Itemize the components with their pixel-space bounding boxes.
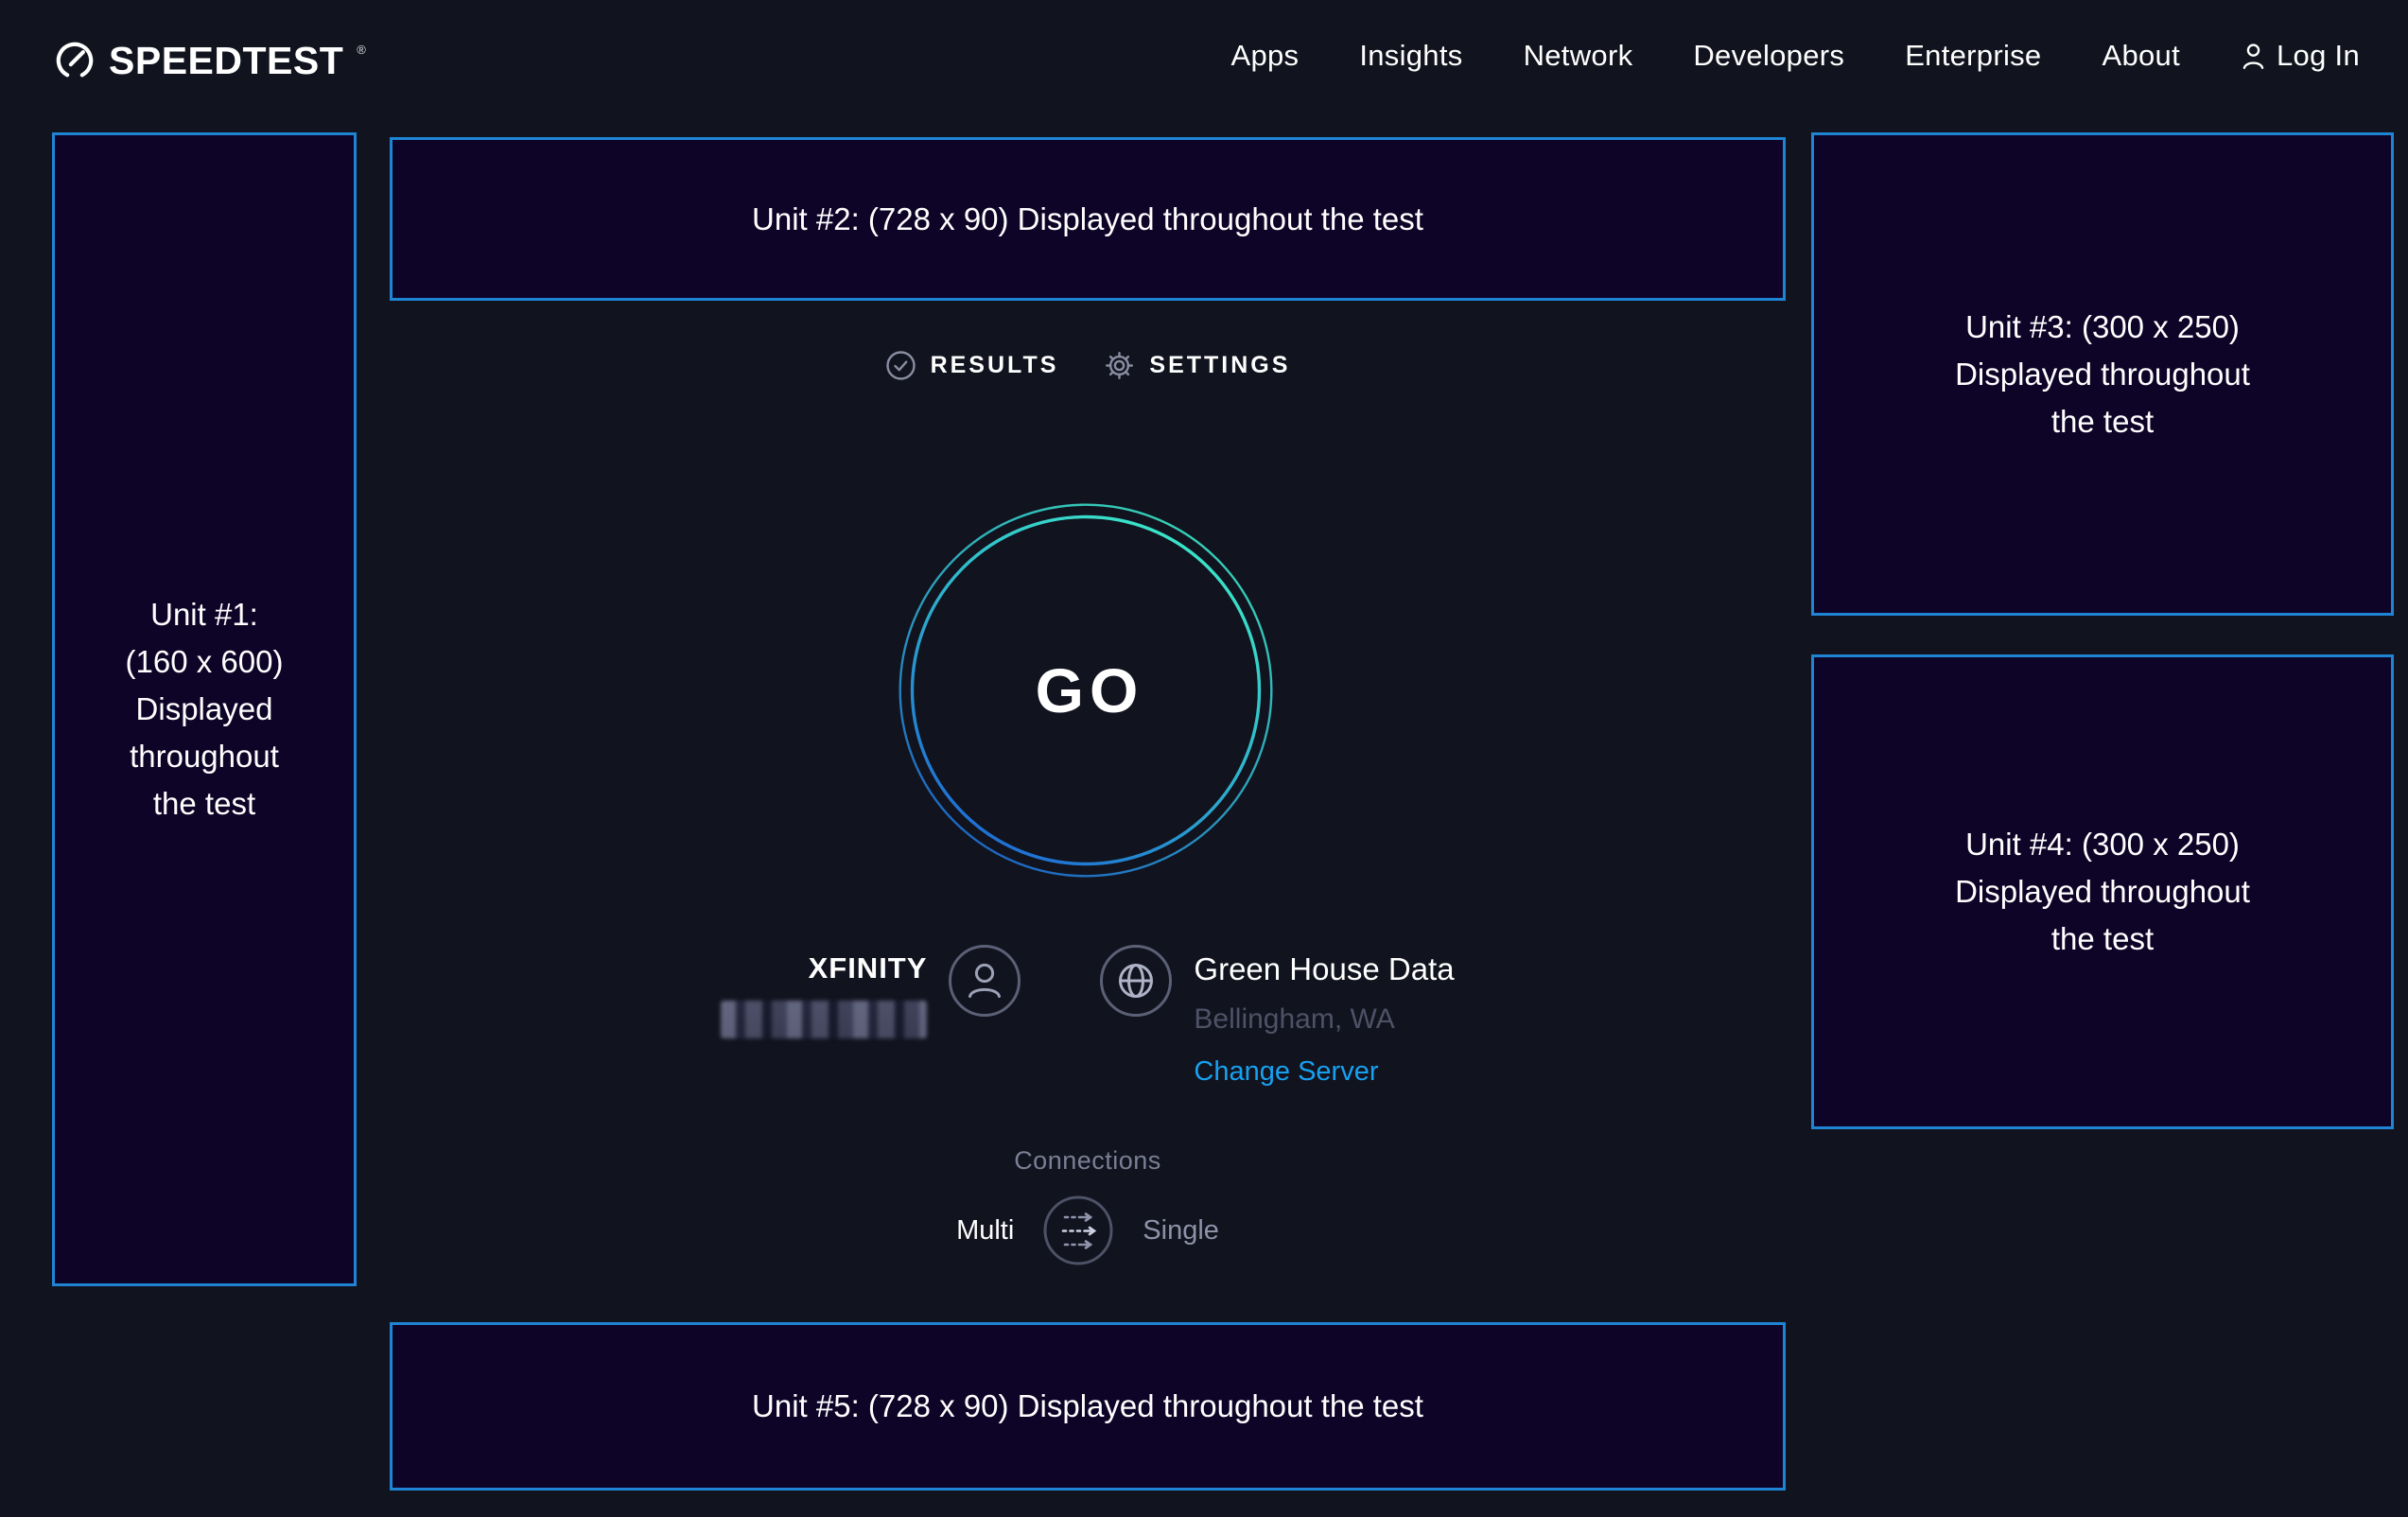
go-label: GO	[899, 503, 1273, 878]
multi-connection-toggle-icon[interactable]	[1042, 1194, 1114, 1266]
nav-item-apps[interactable]: Apps	[1230, 39, 1299, 73]
change-server-link[interactable]: Change Server	[1194, 1056, 1378, 1088]
tab-results-label: RESULTS	[931, 352, 1059, 379]
ad-unit-1-line: Unit #1:	[150, 591, 258, 638]
connections-single-option[interactable]: Single	[1143, 1215, 1219, 1247]
speedtest-page: SPEEDTEST ® Apps Insights Network Develo…	[0, 0, 2408, 1517]
nav-item-about[interactable]: About	[2102, 39, 2180, 73]
gear-icon	[1104, 350, 1135, 381]
ad-unit-3-line: the test	[2051, 398, 2154, 445]
connections-section: Connections Multi	[390, 1146, 1786, 1266]
ad-unit-4[interactable]: Unit #4: (300 x 250) Displayed throughou…	[1811, 654, 2394, 1129]
connections-multi-option[interactable]: Multi	[956, 1215, 1014, 1247]
main-nav: Apps Insights Network Developers Enterpr…	[1230, 0, 2360, 112]
tab-settings-label: SETTINGS	[1149, 352, 1290, 379]
nav-item-network[interactable]: Network	[1524, 39, 1633, 73]
nav-item-developers[interactable]: Developers	[1693, 39, 1844, 73]
login-label: Log In	[2277, 39, 2360, 73]
go-button[interactable]: GO	[899, 503, 1273, 878]
ad-unit-4-line: Displayed throughout	[1955, 868, 2250, 915]
globe-icon	[1099, 944, 1173, 1018]
ad-unit-5[interactable]: Unit #5: (728 x 90) Displayed throughout…	[390, 1322, 1786, 1491]
server-block: Green House Data Bellingham, WA Change S…	[1099, 944, 1454, 1088]
ad-unit-3-line: Unit #3: (300 x 250)	[1965, 304, 2240, 351]
ad-unit-1-line: the test	[153, 780, 255, 828]
brand-name: SPEEDTEST	[109, 42, 343, 80]
nav-item-insights[interactable]: Insights	[1359, 39, 1462, 73]
view-tabs: RESULTS SETTINGS	[390, 350, 1786, 381]
server-location: Bellingham, WA	[1194, 1003, 1454, 1036]
ad-unit-1-line: throughout	[130, 733, 279, 780]
ad-unit-2-text: Unit #2: (728 x 90) Displayed throughout…	[752, 196, 1423, 243]
nav-item-enterprise[interactable]: Enterprise	[1905, 39, 2041, 73]
tab-results[interactable]: RESULTS	[885, 350, 1059, 381]
login-button[interactable]: Log In	[2241, 39, 2360, 73]
ad-unit-3-line: Displayed throughout	[1955, 351, 2250, 398]
isp-block: XFINITY	[721, 944, 1021, 1038]
check-circle-icon	[885, 350, 916, 381]
redacted-ip	[721, 1001, 927, 1038]
ad-unit-1-line: (160 x 600)	[126, 638, 284, 686]
ad-unit-1-line: Displayed	[136, 686, 273, 733]
ad-unit-4-line: Unit #4: (300 x 250)	[1965, 821, 2240, 868]
connections-label: Connections	[390, 1146, 1786, 1176]
ad-unit-4-line: the test	[2051, 915, 2154, 963]
server-name: Green House Data	[1194, 951, 1454, 987]
tab-settings[interactable]: SETTINGS	[1104, 350, 1290, 381]
isp-user-circle-icon	[948, 944, 1021, 1018]
ad-unit-1[interactable]: Unit #1: (160 x 600) Displayed throughou…	[52, 132, 357, 1286]
speedtest-logo[interactable]: SPEEDTEST ®	[52, 38, 366, 83]
ad-unit-3[interactable]: Unit #3: (300 x 250) Displayed throughou…	[1811, 132, 2394, 616]
connection-info-row: XFINITY Green Hous	[390, 944, 1786, 1088]
user-icon	[2241, 42, 2266, 71]
trademark-mark: ®	[357, 43, 366, 57]
gauge-icon	[52, 38, 97, 83]
isp-name: XFINITY	[721, 951, 927, 985]
ad-unit-5-text: Unit #5: (728 x 90) Displayed throughout…	[752, 1383, 1423, 1430]
ad-unit-2[interactable]: Unit #2: (728 x 90) Displayed throughout…	[390, 137, 1786, 301]
